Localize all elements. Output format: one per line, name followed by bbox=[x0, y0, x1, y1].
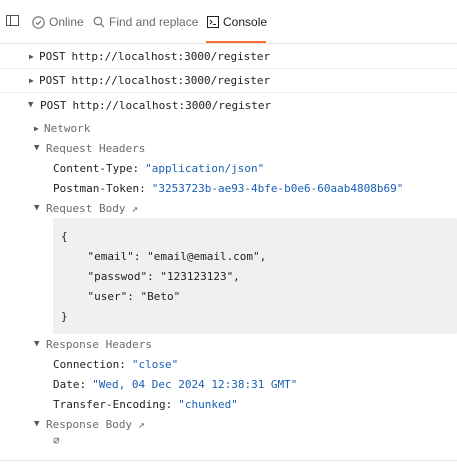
console-icon bbox=[207, 16, 219, 28]
header-row: Connection: "close" bbox=[53, 355, 178, 373]
sidebar-icon bbox=[6, 15, 19, 26]
expand-arrow-icon[interactable]: ▶ bbox=[29, 76, 39, 85]
code-line: "passwod": "123123123", bbox=[61, 269, 240, 283]
expand-arrow-icon[interactable]: ▶ bbox=[29, 52, 39, 61]
header-row: Transfer-Encoding: "chunked" bbox=[53, 395, 238, 413]
header-value: "chunked" bbox=[178, 397, 238, 411]
request-method: POST bbox=[39, 74, 66, 87]
request-method: POST bbox=[39, 50, 66, 63]
search-icon bbox=[93, 16, 105, 28]
request-body-toggle[interactable]: ▼ Request Body ↗ bbox=[34, 199, 138, 217]
header-key: Postman-Token: bbox=[53, 181, 146, 195]
code-line: } bbox=[61, 309, 68, 323]
header-row: Postman-Token: "3253723b-ae93-4bfe-b0e6-… bbox=[53, 179, 403, 197]
request-headers-label: Request Headers bbox=[46, 141, 146, 155]
code-line: "email": "email@email.com", bbox=[61, 249, 267, 263]
collapse-arrow-icon: ▼ bbox=[34, 203, 40, 213]
tab-online-label: Online bbox=[49, 15, 84, 29]
response-body-label: Response Body bbox=[46, 417, 133, 431]
request-url: http://localhost:3000/register bbox=[71, 50, 271, 63]
request-headers-toggle[interactable]: ▼ Request Headers bbox=[34, 139, 145, 157]
request-body-label: Request Body bbox=[46, 201, 126, 215]
collapse-arrow-icon: ▼ bbox=[34, 143, 40, 153]
response-headers-label: Response Headers bbox=[46, 337, 152, 351]
tab-online[interactable]: Online bbox=[32, 15, 84, 29]
response-body-empty: ∅ bbox=[53, 433, 60, 447]
request-method: POST bbox=[40, 98, 67, 112]
collapse-arrow-icon[interactable]: ▼ bbox=[28, 100, 40, 110]
response-body-toggle[interactable]: ▼ Response Body ↗ bbox=[34, 415, 145, 433]
request-url: http://localhost:3000/register bbox=[72, 98, 272, 112]
tab-find-and-replace[interactable]: Find and replace bbox=[93, 15, 198, 29]
check-circle-icon bbox=[32, 15, 45, 29]
code-line: "user": "Beto" bbox=[61, 289, 181, 303]
network-label: Network bbox=[44, 121, 91, 135]
divider bbox=[0, 460, 457, 461]
request-url: http://localhost:3000/register bbox=[71, 74, 271, 87]
collapse-arrow-icon: ▼ bbox=[34, 419, 40, 429]
open-external-icon[interactable]: ↗ bbox=[131, 202, 138, 215]
header-key: Date: bbox=[53, 377, 87, 391]
header-value: "application/json" bbox=[145, 161, 265, 175]
console-tabbar: Online Find and replace Console bbox=[0, 0, 457, 44]
open-external-icon[interactable]: ↗ bbox=[138, 418, 145, 431]
expand-arrow-icon: ▶ bbox=[34, 123, 39, 133]
console-log-entry[interactable]: ▶ POST http://localhost:3000/register bbox=[0, 69, 457, 93]
header-row: Content-Type: "application/json" bbox=[53, 159, 264, 177]
collapse-arrow-icon: ▼ bbox=[34, 339, 40, 349]
tab-find-and-replace-label: Find and replace bbox=[109, 15, 199, 29]
tab-console-label: Console bbox=[223, 15, 268, 29]
console-log-entry-expanded[interactable]: ▼ POST http://localhost:3000/register bbox=[0, 93, 457, 117]
code-line: { bbox=[61, 229, 68, 243]
header-key: Connection: bbox=[53, 357, 126, 371]
header-value: "Wed, 04 Dec 2024 12:38:31 GMT" bbox=[92, 377, 298, 391]
network-section-toggle[interactable]: ▶ Network bbox=[34, 119, 90, 137]
tab-console[interactable]: Console bbox=[207, 15, 267, 29]
response-headers-toggle[interactable]: ▼ Response Headers bbox=[34, 335, 152, 353]
toggle-sidebar-button[interactable] bbox=[6, 15, 19, 26]
active-tab-indicator bbox=[206, 41, 266, 43]
header-key: Transfer-Encoding: bbox=[53, 397, 173, 411]
header-value: "3253723b-ae93-4bfe-b0e6-60aab4808b69" bbox=[151, 181, 404, 195]
console-log-entry[interactable]: ▶ POST http://localhost:3000/register bbox=[0, 45, 457, 69]
header-key: Content-Type: bbox=[53, 161, 140, 175]
header-row: Date: "Wed, 04 Dec 2024 12:38:31 GMT" bbox=[53, 375, 297, 393]
header-value: "close" bbox=[131, 357, 179, 371]
